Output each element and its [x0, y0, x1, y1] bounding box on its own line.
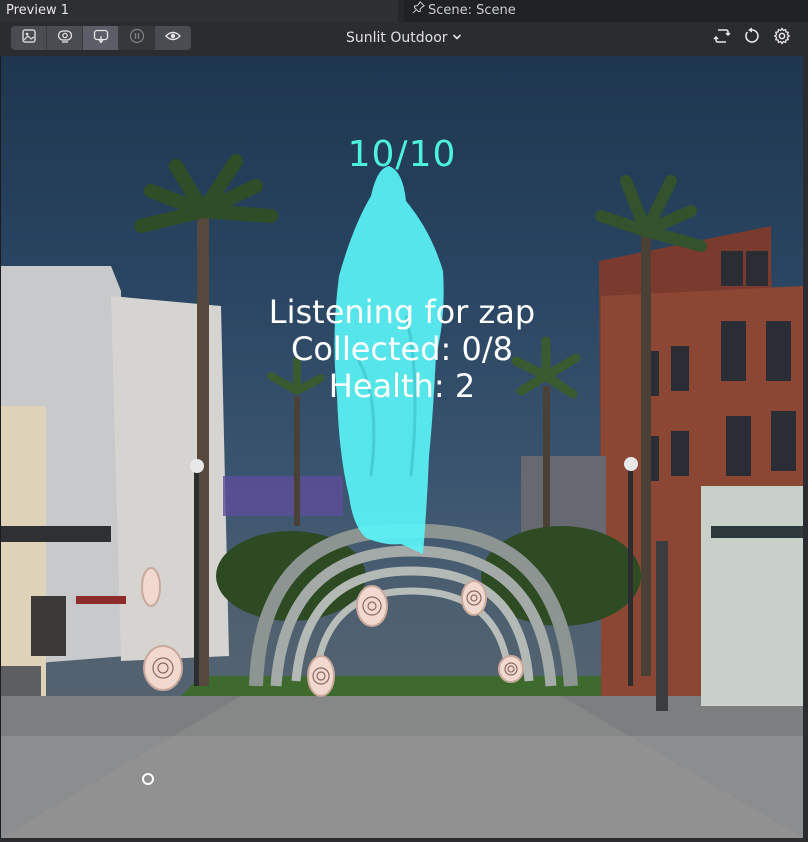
tab-scene[interactable]: Scene: Scene — [404, 0, 808, 22]
visibility-button[interactable] — [155, 26, 191, 50]
tab-preview-label: Preview 1 — [6, 3, 70, 18]
pause-icon — [129, 28, 145, 48]
hud-status-block: Listening for zap Collected: 0/8 Health:… — [1, 294, 803, 405]
viewport-bottom-edge — [0, 838, 808, 842]
sync-button[interactable] — [712, 28, 732, 48]
settings-button[interactable] — [772, 27, 792, 49]
hud-collected-line: Collected: 0/8 — [291, 330, 513, 368]
settings-icon — [773, 27, 791, 49]
eye-icon — [165, 28, 181, 48]
preview-mode-group — [11, 26, 191, 50]
restart-icon — [743, 27, 761, 49]
hud-health-line: Health: 2 — [328, 367, 476, 405]
hud-score: 10/10 — [347, 134, 457, 175]
image-icon — [21, 28, 37, 48]
image-mode-button[interactable] — [11, 26, 47, 50]
environment-label: Sunlit Outdoor — [346, 30, 448, 46]
right-toolbar — [712, 27, 792, 49]
restart-button[interactable] — [742, 27, 762, 49]
camera-view-button[interactable] — [47, 26, 83, 50]
pause-button[interactable] — [119, 26, 155, 50]
tab-bar: Preview 1 Scene: Scene — [0, 0, 808, 23]
preview-toolbar: Sunlit Outdoor — [0, 22, 808, 56]
pin-icon — [412, 0, 426, 22]
tab-preview[interactable]: Preview 1 — [0, 0, 398, 22]
interactive-mode-button[interactable] — [83, 26, 119, 50]
sync-icon — [713, 27, 731, 49]
camera-view-icon — [57, 28, 73, 48]
viewport-scrollbar-edge — [803, 56, 808, 838]
environment-dropdown[interactable]: Sunlit Outdoor — [346, 30, 462, 46]
hud-status-line: Listening for zap — [268, 293, 536, 331]
chevron-down-icon — [452, 30, 462, 46]
interactive-icon — [93, 28, 109, 48]
game-viewport[interactable]: 10/10 Listening for zap Collected: 0/8 H… — [1, 56, 803, 838]
tab-scene-label: Scene: Scene — [428, 3, 516, 18]
